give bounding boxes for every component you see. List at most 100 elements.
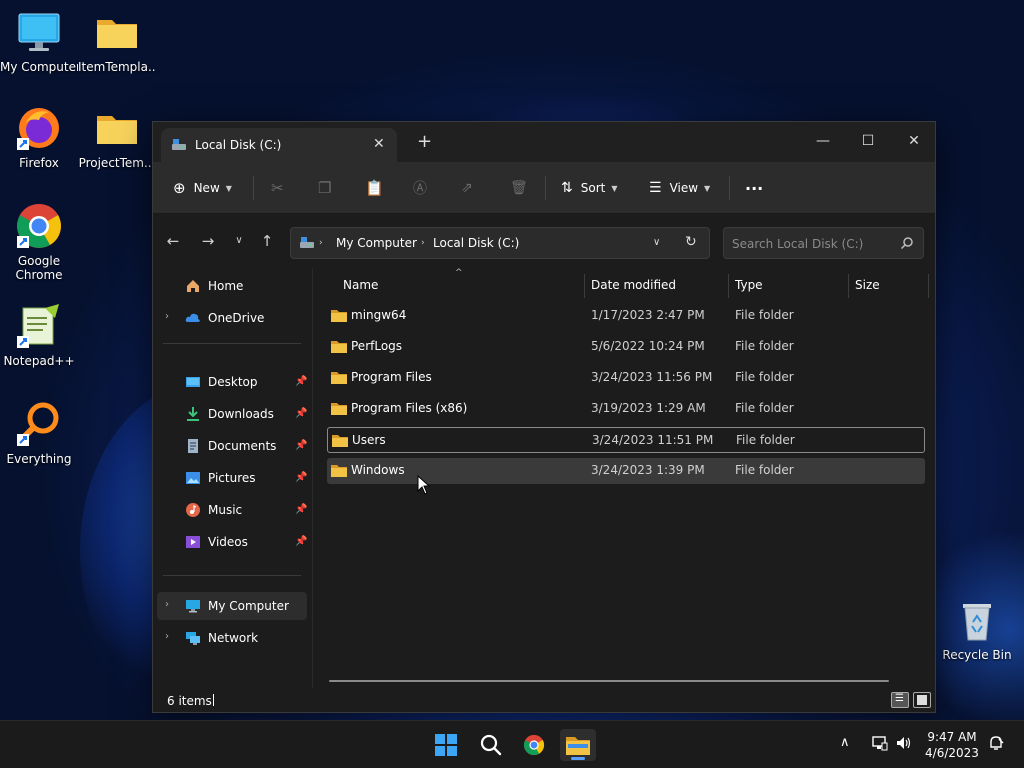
column-header-type[interactable]: Type bbox=[735, 278, 763, 306]
desktop-icon-notepad-plus-plus[interactable]: Notepad++ bbox=[0, 302, 78, 368]
nav-item-documents[interactable]: Documents 📌 bbox=[157, 432, 307, 460]
file-explorer-taskbar-button[interactable] bbox=[560, 729, 596, 761]
new-button[interactable]: ⊕ New ▼ bbox=[173, 175, 232, 201]
table-row[interactable]: Program Files (x86) 3/19/2023 1:29 AM Fi… bbox=[327, 396, 925, 422]
show-hidden-icons-button[interactable]: ∧ bbox=[840, 735, 850, 750]
maximize-button[interactable]: ☐ bbox=[848, 128, 888, 154]
music-icon bbox=[185, 502, 201, 518]
paste-button[interactable]: 📋 bbox=[365, 175, 384, 201]
nav-item-home[interactable]: Home bbox=[157, 272, 307, 300]
address-bar[interactable]: › My Computer › Local Disk (C:) ∨ ↻ bbox=[290, 227, 710, 259]
chevron-right-icon[interactable]: › bbox=[165, 631, 169, 642]
cut-button[interactable]: ✂ bbox=[271, 175, 284, 201]
search-box[interactable] bbox=[723, 227, 924, 259]
nav-item-pictures[interactable]: Pictures 📌 bbox=[157, 464, 307, 492]
search-taskbar-button[interactable] bbox=[472, 729, 508, 761]
column-divider[interactable] bbox=[584, 274, 585, 298]
column-header-name[interactable]: Name bbox=[343, 278, 378, 306]
breadcrumb-my-computer[interactable]: My Computer bbox=[336, 236, 417, 250]
desktop-icon-item-templates[interactable]: ItemTempla... bbox=[78, 8, 156, 74]
desktop-icon-recycle-bin[interactable]: Recycle Bin bbox=[938, 596, 1016, 662]
desktop-icon-everything[interactable]: Everything bbox=[0, 400, 78, 466]
chrome-taskbar-button[interactable] bbox=[516, 729, 552, 761]
search-input[interactable] bbox=[732, 235, 892, 253]
refresh-icon[interactable]: ↻ bbox=[685, 234, 697, 250]
minimize-button[interactable]: — bbox=[803, 128, 843, 154]
nav-item-onedrive[interactable]: › OneDrive bbox=[157, 304, 307, 332]
share-button[interactable]: ⇗ bbox=[461, 175, 473, 201]
nav-item-music[interactable]: Music 📌 bbox=[157, 496, 307, 524]
view-button[interactable]: ☰ View ▼ bbox=[649, 175, 710, 201]
network-tray-icon[interactable] bbox=[872, 735, 888, 755]
chevron-right-icon[interactable]: › bbox=[165, 311, 169, 322]
tab-local-disk[interactable]: Local Disk (C:) ✕ bbox=[161, 128, 397, 162]
recent-locations-button[interactable]: ∨ bbox=[229, 231, 249, 251]
back-button[interactable]: ← bbox=[163, 231, 183, 251]
table-row[interactable]: PerfLogs 5/6/2022 10:24 PM File folder bbox=[327, 334, 925, 360]
breadcrumb-local-disk[interactable]: Local Disk (C:) bbox=[433, 236, 519, 250]
share-icon: ⇗ bbox=[461, 180, 473, 196]
column-header-date-modified[interactable]: Date modified bbox=[591, 278, 676, 306]
plus-circle-icon: ⊕ bbox=[173, 179, 186, 197]
folder-icon bbox=[331, 371, 347, 387]
file-explorer-window: Local Disk (C:) ✕ + — ☐ ✕ ⊕ New ▼ ✂ ❐ 📋 … bbox=[152, 121, 936, 713]
clock[interactable]: 9:47 AM 4/6/2023 bbox=[920, 729, 984, 761]
file-date: 3/24/2023 11:51 PM bbox=[592, 433, 714, 447]
nav-item-videos[interactable]: Videos 📌 bbox=[157, 528, 307, 556]
scissors-icon: ✂ bbox=[271, 179, 284, 197]
desktop-icon-firefox[interactable]: Firefox bbox=[0, 104, 78, 170]
close-window-button[interactable]: ✕ bbox=[894, 128, 934, 154]
details-view-button[interactable]: ☰ bbox=[891, 692, 909, 708]
folder-icon bbox=[93, 8, 141, 56]
table-row[interactable]: Users 3/24/2023 11:51 PM File folder bbox=[327, 427, 925, 453]
sort-button[interactable]: ⇅ Sort ▼ bbox=[561, 175, 618, 201]
desktop-icon-label: ProjectTem... bbox=[78, 156, 156, 170]
pin-icon[interactable]: 📌 bbox=[295, 440, 307, 451]
desktop-icon-google-chrome[interactable]: Google Chrome bbox=[0, 202, 78, 282]
toolbar-separator bbox=[253, 176, 254, 200]
file-date: 3/24/2023 1:39 PM bbox=[591, 463, 705, 477]
table-row[interactable]: Program Files 3/24/2023 11:56 PM File fo… bbox=[327, 365, 925, 391]
pin-icon[interactable]: 📌 bbox=[295, 376, 307, 387]
desktop-icon-project-templates[interactable]: ProjectTem... bbox=[78, 104, 156, 170]
close-tab-icon[interactable]: ✕ bbox=[373, 136, 385, 152]
pin-icon[interactable]: 📌 bbox=[295, 408, 307, 419]
notifications-button[interactable] bbox=[988, 735, 1004, 755]
pin-icon[interactable]: 📌 bbox=[295, 536, 307, 547]
rename-icon: Ⓐ bbox=[413, 181, 427, 197]
chrome-icon bbox=[15, 202, 63, 250]
pin-icon[interactable]: 📌 bbox=[295, 472, 307, 483]
rename-button[interactable]: Ⓐ bbox=[413, 175, 427, 201]
pin-icon[interactable]: 📌 bbox=[295, 504, 307, 515]
nav-item-desktop[interactable]: Desktop 📌 bbox=[157, 368, 307, 396]
navigation-pane: Home › OneDrive Desktop 📌 Downloads 📌 Do… bbox=[153, 268, 311, 668]
nav-item-my-computer[interactable]: › My Computer bbox=[157, 592, 307, 620]
column-divider[interactable] bbox=[728, 274, 729, 298]
view-list-icon: ☰ bbox=[649, 180, 662, 196]
forward-button[interactable]: → bbox=[198, 231, 218, 251]
start-button[interactable] bbox=[428, 729, 464, 761]
more-options-button[interactable]: ··· bbox=[745, 175, 763, 201]
column-divider[interactable] bbox=[928, 274, 929, 298]
up-button[interactable]: ↑ bbox=[257, 231, 277, 251]
nav-item-network[interactable]: › Network bbox=[157, 624, 307, 652]
copy-button[interactable]: ❐ bbox=[318, 175, 331, 201]
volume-tray-icon[interactable] bbox=[896, 735, 912, 755]
table-row[interactable]: mingw64 1/17/2023 2:47 PM File folder bbox=[327, 303, 925, 329]
chevron-down-icon: ▼ bbox=[225, 183, 232, 193]
desktop-icon-my-computer[interactable]: My Computer bbox=[0, 8, 78, 74]
drive-icon bbox=[171, 138, 187, 155]
large-icons-view-button[interactable] bbox=[913, 692, 931, 708]
horizontal-scrollbar[interactable] bbox=[329, 680, 889, 682]
chevron-right-icon[interactable]: › bbox=[165, 599, 169, 610]
nav-label: Desktop bbox=[208, 375, 258, 389]
column-divider[interactable] bbox=[848, 274, 849, 298]
delete-button[interactable]: 🗑 bbox=[510, 175, 528, 201]
nav-item-downloads[interactable]: Downloads 📌 bbox=[157, 400, 307, 428]
column-header-size[interactable]: Size bbox=[855, 278, 880, 306]
new-tab-button[interactable]: + bbox=[417, 133, 432, 151]
address-dropdown-icon[interactable]: ∨ bbox=[653, 237, 660, 248]
tab-title: Local Disk (C:) bbox=[195, 138, 282, 152]
windows-logo-icon bbox=[435, 734, 457, 759]
document-icon bbox=[185, 438, 201, 454]
